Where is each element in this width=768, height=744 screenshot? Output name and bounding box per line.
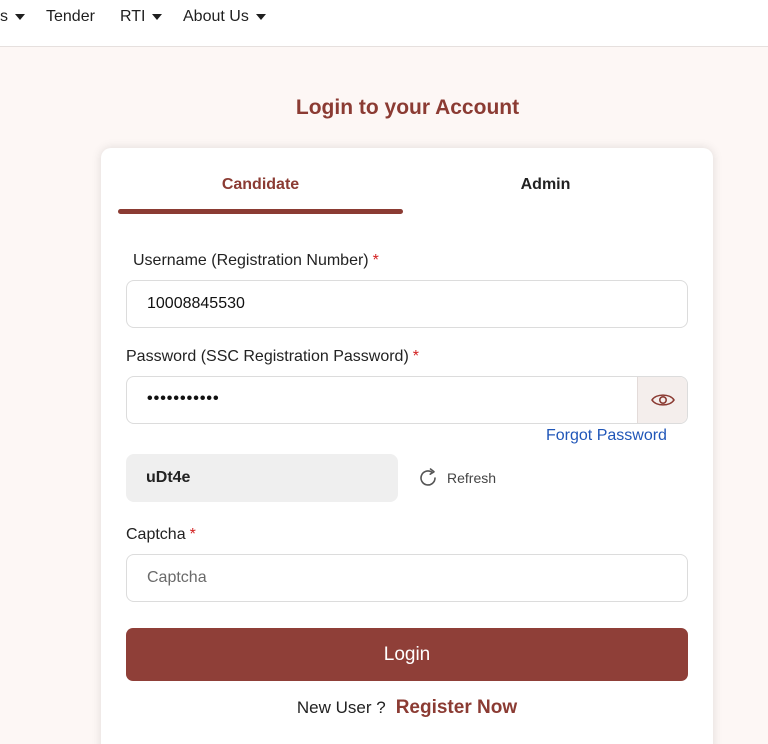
login-card: Candidate Admin Username (Registration N… xyxy=(101,148,713,744)
new-user-text: New User ? xyxy=(296,698,386,717)
active-tab-indicator xyxy=(118,209,403,214)
new-user-row: New User ? Register Now xyxy=(101,697,713,719)
nav-item-label: About Us xyxy=(183,8,249,25)
captcha-input[interactable] xyxy=(126,554,688,602)
password-field[interactable]: ••••••••••• xyxy=(126,376,688,424)
register-now-link[interactable]: Register Now xyxy=(396,697,517,718)
required-marker: * xyxy=(189,526,196,543)
password-label-text: Password (SSC Registration Password) xyxy=(126,348,409,365)
username-label: Username (Registration Number) * xyxy=(133,252,379,270)
nav-item-rti[interactable]: RTI xyxy=(120,7,163,27)
nav-item-label: RTI xyxy=(120,8,146,25)
username-input[interactable] xyxy=(126,280,688,328)
nav-item-about-us[interactable]: About Us xyxy=(183,7,266,27)
nav-item-label: s xyxy=(0,8,8,25)
login-button[interactable]: Login xyxy=(126,628,688,681)
caret-down-icon xyxy=(152,14,163,20)
refresh-captcha-button[interactable]: Refresh xyxy=(417,466,496,490)
caret-down-icon xyxy=(15,14,25,20)
eye-icon xyxy=(650,394,675,406)
password-masked-value: ••••••••••• xyxy=(147,390,220,407)
nav-item-label: Tender xyxy=(46,8,95,25)
captcha-code-display: uDt4e xyxy=(126,454,398,502)
username-label-text: Username (Registration Number) xyxy=(133,252,369,269)
nav-item-tender[interactable]: Tender xyxy=(46,7,95,27)
show-password-button[interactable] xyxy=(637,377,687,423)
captcha-label: Captcha * xyxy=(126,526,196,544)
password-label: Password (SSC Registration Password) * xyxy=(126,348,419,366)
refresh-label: Refresh xyxy=(447,470,497,486)
nav-item-partial[interactable]: s xyxy=(0,7,25,27)
page-title: Login to your Account xyxy=(295,96,520,119)
refresh-icon xyxy=(420,468,436,486)
required-marker: * xyxy=(412,348,419,365)
forgot-password-link[interactable]: Forgot Password xyxy=(546,427,667,445)
top-navigation: s Tender RTI About Us xyxy=(0,0,768,47)
captcha-label-text: Captcha xyxy=(126,526,186,543)
tab-candidate[interactable]: Candidate xyxy=(118,176,403,198)
caret-down-icon xyxy=(255,14,266,20)
tab-admin[interactable]: Admin xyxy=(403,176,688,198)
required-marker: * xyxy=(372,252,379,269)
